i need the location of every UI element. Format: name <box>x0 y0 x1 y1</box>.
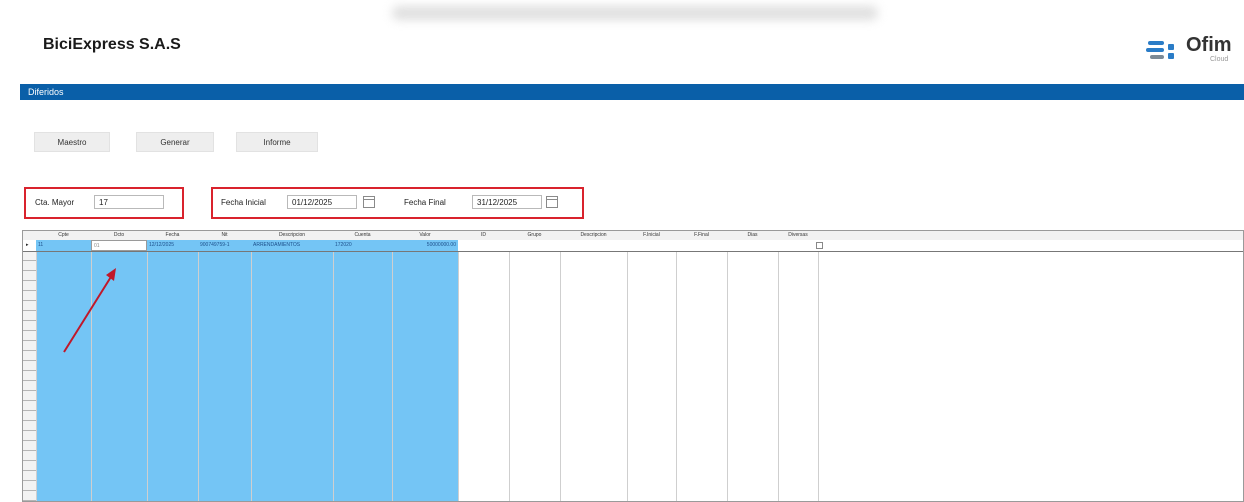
ofima-logo: Ofim Cloud <box>1144 29 1244 69</box>
column-header-id[interactable]: ID <box>458 231 509 240</box>
cell-cuenta[interactable]: 172020 <box>333 240 392 251</box>
diferidos-grid[interactable]: Cpte Dcto Fecha Nit Descripcion Cuenta V… <box>22 230 1244 502</box>
cell-cpte[interactable]: 11 <box>36 240 91 251</box>
calendar-icon[interactable] <box>363 196 375 208</box>
annotation-arrow <box>63 268 116 353</box>
fecha-final-input[interactable] <box>472 195 542 209</box>
column-header-fecha[interactable]: Fecha <box>147 231 198 240</box>
cell-dcto[interactable]: 01 <box>91 240 147 251</box>
cell-descripcion[interactable]: ARRENDAMIENTOS <box>251 240 333 251</box>
table-row[interactable]: ▸ 11 01 12/12/2025 900749759-1 ARRENDAMI… <box>23 240 1243 252</box>
fecha-inicial-label: Fecha Inicial <box>221 198 266 207</box>
column-header-diversas[interactable]: Diversas <box>778 231 818 240</box>
column-header-f-final[interactable]: F.Final <box>676 231 727 240</box>
cta-mayor-label: Cta. Mayor <box>35 198 75 207</box>
column-header-grupo[interactable]: Grupo <box>509 231 560 240</box>
generar-button[interactable]: Generar <box>136 132 214 152</box>
diversas-checkbox[interactable] <box>816 242 823 249</box>
column-header-cpte[interactable]: Cpte <box>36 231 91 240</box>
column-header-valor[interactable]: Valor <box>392 231 458 240</box>
current-row-indicator: ▸ <box>26 242 29 248</box>
fecha-inicial-input[interactable] <box>287 195 357 209</box>
company-name: BiciExpress S.A.S <box>43 36 181 53</box>
window-title: Diferidos <box>28 87 64 97</box>
column-header-dcto[interactable]: Dcto <box>91 231 147 240</box>
column-header-dias[interactable]: Dias <box>727 231 778 240</box>
maestro-button[interactable]: Maestro <box>34 132 110 152</box>
logo-text: Ofim <box>1186 34 1232 56</box>
column-header-nit[interactable]: Nit <box>198 231 251 240</box>
cta-mayor-input[interactable] <box>94 195 164 209</box>
column-header-cuenta[interactable]: Cuenta <box>333 231 392 240</box>
logo-subtitle: Cloud <box>1210 56 1229 63</box>
fecha-final-label: Fecha Final <box>404 198 446 207</box>
column-header-f-inicial[interactable]: F.Inicial <box>627 231 676 240</box>
calendar-icon[interactable] <box>546 196 558 208</box>
window-title-bar: Diferidos <box>20 84 1244 100</box>
row-selectors[interactable] <box>23 251 37 501</box>
blurred-top-bar <box>392 6 878 20</box>
cell-nit[interactable]: 900749759-1 <box>198 240 251 251</box>
column-header-descripcion[interactable]: Descripcion <box>251 231 333 240</box>
informe-button[interactable]: Informe <box>236 132 318 152</box>
ofima-logo-icon <box>1146 41 1174 59</box>
cell-fecha[interactable]: 12/12/2025 <box>147 240 198 251</box>
column-header-descripcion-grupo[interactable]: Descripcion <box>560 231 627 240</box>
cell-valor[interactable]: 50000000.00 <box>392 240 458 251</box>
